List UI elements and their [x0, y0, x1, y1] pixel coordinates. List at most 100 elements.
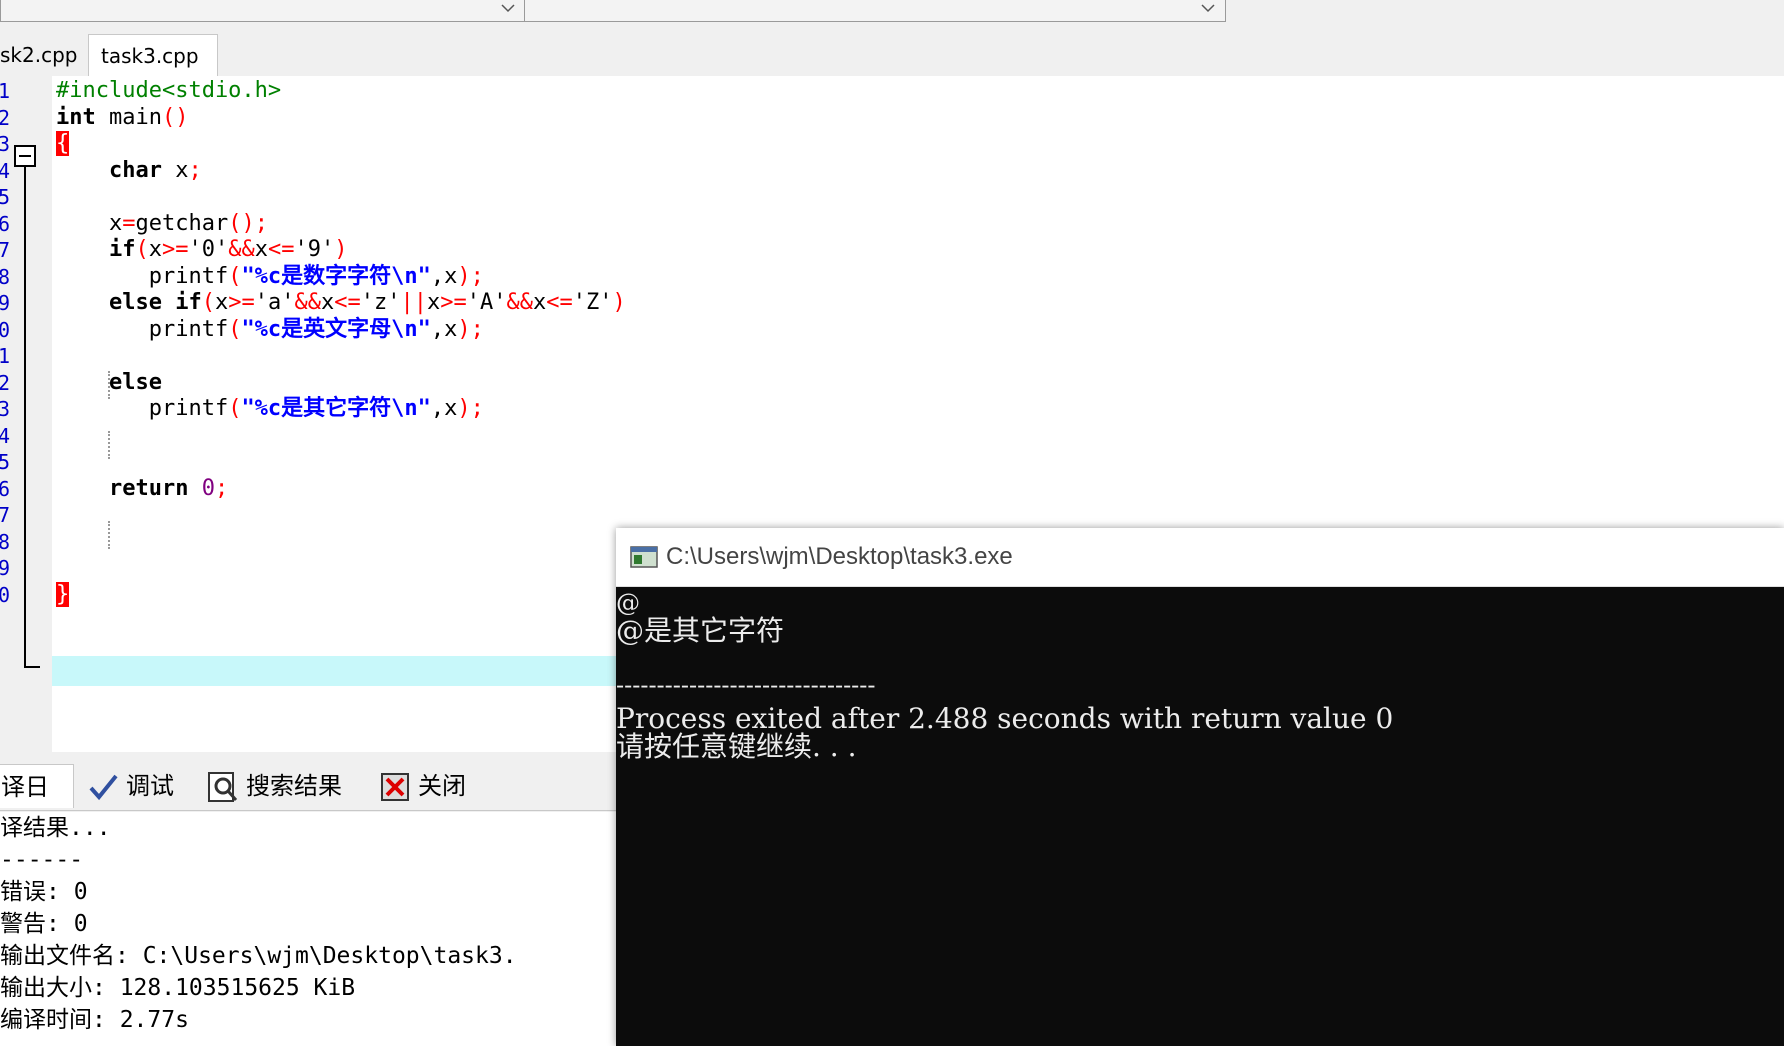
- chevron-down-icon: [501, 4, 515, 13]
- code-token: (: [228, 316, 242, 342]
- line-number: 8: [0, 264, 10, 289]
- matched-brace: {: [56, 131, 70, 156]
- code-token: ,x: [430, 263, 458, 289]
- code-token: 'A': [466, 290, 507, 315]
- indent-guide: [108, 431, 110, 459]
- line-number: 3: [0, 397, 10, 421]
- line-number: 7: [0, 238, 10, 262]
- indent-guide: [108, 521, 110, 549]
- class-combo[interactable]: [0, 0, 526, 22]
- code-token: main: [95, 104, 162, 130]
- chevron-down-icon: [1201, 4, 1215, 13]
- console-window[interactable]: C:\Users\wjm\Desktop\task3.exe @ @是其它字符 …: [616, 528, 1784, 1046]
- code-token: x: [532, 290, 547, 315]
- tab-label: 调试: [126, 772, 174, 800]
- code-token: #include<stdio.h>: [56, 78, 282, 103]
- console-line: --------------------------------: [616, 671, 876, 699]
- code-token: (: [228, 263, 242, 289]
- tab-task3[interactable]: task3.cpp: [88, 34, 218, 76]
- log-line: 译结果...: [0, 815, 111, 841]
- compile-log: 译结果... ------ 错误: 0 警告: 0 输出文件名: C:\User…: [0, 812, 620, 1046]
- fold-guide-end: [24, 666, 40, 668]
- code-token: "%c是数字字符\n": [241, 263, 431, 289]
- code-token: >=: [161, 237, 189, 262]
- code-token: >=: [440, 290, 467, 315]
- code-token: x: [214, 290, 229, 315]
- console-line: 请按任意键继续. . .: [616, 730, 857, 763]
- code-line: printf("%c是其它字符\n",x);: [56, 394, 484, 424]
- code-token: );: [457, 263, 484, 289]
- code-line: printf("%c是数字字符\n",x);: [56, 262, 484, 292]
- matched-brace: }: [56, 581, 70, 607]
- code-token: x: [148, 237, 162, 262]
- fold-collapse-icon[interactable]: [14, 145, 36, 167]
- tab-task2[interactable]: sk2.cpp: [0, 34, 89, 76]
- line-number: 2: [0, 370, 10, 395]
- line-number: 4: [0, 423, 10, 448]
- tab-label: 搜索结果: [246, 772, 342, 800]
- line-number: 2: [0, 105, 10, 130]
- log-line: 警告: 0: [0, 911, 88, 937]
- code-line: x=getchar();: [56, 209, 268, 239]
- line-number: 6: [0, 476, 10, 501]
- line-number: 9: [0, 291, 10, 315]
- code-token: <=: [546, 290, 573, 315]
- tab-debug[interactable]: 调试: [80, 764, 180, 808]
- line-number: 5: [0, 450, 10, 474]
- line-number: 1: [0, 344, 10, 368]
- search-results-icon: [208, 772, 238, 802]
- code-token: getchar: [135, 210, 229, 236]
- log-line: 输出大小: 128.103515625 KiB: [0, 975, 356, 1001]
- code-token: ): [334, 237, 348, 262]
- code-token: ();: [228, 210, 268, 236]
- code-token: (: [228, 396, 242, 421]
- code-token: 'z': [360, 290, 401, 315]
- debug-check-icon: [89, 774, 118, 801]
- code-token: 'a': [254, 290, 295, 315]
- console-titlebar[interactable]: C:\Users\wjm\Desktop\task3.exe: [616, 528, 1784, 587]
- line-number: 5: [0, 185, 10, 209]
- line-number: 1: [0, 79, 10, 103]
- line-number: 9: [0, 556, 10, 580]
- code-token: x: [426, 290, 441, 315]
- line-number: 4: [0, 158, 10, 183]
- code-line: }: [56, 580, 70, 610]
- line-number: 0: [0, 582, 10, 607]
- close-icon: [381, 773, 409, 801]
- code-token: ||: [400, 290, 427, 315]
- code-token: ;: [188, 157, 202, 183]
- tab-compile-log[interactable]: 译日志: [0, 764, 74, 845]
- code-token: &&: [228, 237, 255, 262]
- editor-tabs: sk2.cpp task3.cpp: [0, 30, 1784, 77]
- code-token: '9': [294, 237, 335, 262]
- code-token: &&: [506, 290, 533, 315]
- console-title: C:\Users\wjm\Desktop\task3.exe: [666, 543, 1013, 570]
- tab-close[interactable]: 关闭: [372, 764, 472, 808]
- code-token: &&: [294, 290, 321, 315]
- code-token: printf: [56, 263, 229, 289]
- code-token: <=: [267, 237, 295, 262]
- code-token: (: [135, 237, 149, 262]
- code-token: ): [612, 290, 626, 315]
- code-token: if: [108, 237, 136, 262]
- tab-search-results[interactable]: 搜索结果: [200, 764, 348, 808]
- function-combo[interactable]: [524, 0, 1226, 22]
- code-token: x: [56, 210, 123, 236]
- code-token: '0': [188, 237, 229, 262]
- code-token: else: [108, 369, 162, 395]
- code-token: );: [457, 316, 484, 342]
- code-token: x: [161, 157, 189, 183]
- log-line: 编译时间: 2.77s: [0, 1007, 189, 1033]
- code-token: <=: [334, 290, 361, 315]
- code-token: printf: [56, 316, 229, 342]
- code-line: {: [56, 129, 70, 159]
- code-token: 0: [201, 475, 215, 501]
- code-token: "%c是英文字母\n": [241, 316, 431, 342]
- log-line: 错误: 0: [0, 879, 88, 905]
- code-token: >=: [228, 290, 255, 315]
- code-token: int: [56, 104, 96, 130]
